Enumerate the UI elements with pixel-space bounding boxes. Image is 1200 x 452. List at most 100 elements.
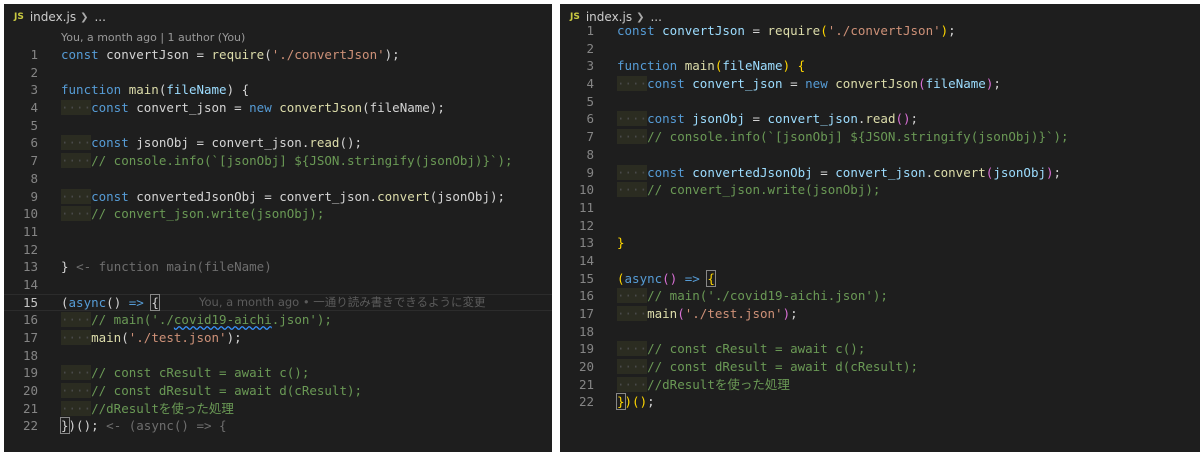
code-token: ;: [1053, 164, 1062, 180]
code-text: ····//dResultを使った処理: [61, 400, 234, 418]
code-text: const convertJson = require('./convertJs…: [61, 46, 400, 64]
code-token: (: [121, 330, 129, 345]
code-line[interactable]: 13}: [560, 234, 1200, 252]
breadcrumb: JS index.js ❯ ...: [4, 4, 552, 30]
code-line[interactable]: 21 ····//dResultを使った処理: [560, 376, 1200, 394]
right-editor-pane[interactable]: JS index.js ❯ ... 1 const convertJson = r…: [560, 4, 1200, 452]
line-number: 19: [22, 365, 38, 381]
code-token: main: [91, 330, 122, 345]
code-line[interactable]: 11: [4, 223, 552, 241]
line-number: 18: [22, 347, 38, 363]
code-line[interactable]: 18: [4, 347, 552, 365]
indent-guide: ····: [61, 365, 92, 381]
line-number: 7: [30, 153, 38, 169]
code-text: ····const convertedJsonObj = convert_jso…: [617, 164, 1061, 182]
code-line[interactable]: 2: [4, 64, 552, 82]
javascript-file-icon: JS: [570, 12, 580, 22]
code-token: function: [617, 58, 685, 74]
code-line[interactable]: 12: [4, 241, 552, 259]
code-line[interactable]: 21 ····//dResultを使った処理: [4, 400, 552, 418]
code-text: ····// const cResult = await c();: [617, 340, 865, 358]
git-codelens[interactable]: You, a month ago | 1 author (You): [61, 30, 245, 46]
line-number: 9: [586, 164, 594, 180]
code-line[interactable]: 20 ····// const dResult = await d(cResult…: [560, 358, 1200, 376]
code-text: ····// const dResult = await d(cResult);: [61, 382, 362, 400]
chevron-right-icon: ❯: [80, 11, 89, 23]
code-line[interactable]: 15 (async() => {: [560, 269, 1200, 288]
indent-guide: ····: [617, 164, 648, 180]
left-editor-pane[interactable]: JS index.js ❯ ... You, a month ago | 1 a…: [4, 4, 552, 452]
code-line[interactable]: 16 ····// main('./covid19-aichi.json');: [560, 287, 1200, 305]
code-line[interactable]: 10 ····// convert_json.write(jsonObj);: [560, 181, 1200, 199]
line-number: 19: [578, 341, 594, 357]
indent-guide: ····: [617, 76, 648, 92]
code-line[interactable]: 22})(); <- (async() => {: [4, 417, 552, 435]
code-line[interactable]: 9 ····const convertedJsonObj = convert_js…: [560, 164, 1200, 182]
code-line[interactable]: 4 ····const convert_json = new convertJso…: [560, 75, 1200, 93]
indent-guide: ····: [617, 111, 648, 127]
code-text: ····// main('./covid19-aichi.json');: [61, 311, 332, 329]
code-line[interactable]: 9 ····const convertedJsonObj = convert_js…: [4, 188, 552, 206]
code-token: convertJson: [662, 23, 745, 38]
code-token: ;: [993, 76, 1001, 92]
code-token: {: [150, 293, 160, 311]
code-line[interactable]: 2: [560, 40, 1200, 58]
code-line[interactable]: 1 const convertJson = require('./convertJ…: [4, 46, 552, 64]
code-line[interactable]: 11: [560, 199, 1200, 217]
line-number: 11: [578, 199, 594, 215]
indent-guide: ····: [61, 312, 92, 328]
code-token: convertJson: [835, 76, 919, 92]
code-token: ): [1046, 164, 1054, 180]
code-line[interactable]: 19 ····// const cResult = await c();: [560, 340, 1200, 358]
code-line[interactable]: 3 function main(fileName) {: [4, 81, 552, 99]
code-line[interactable]: 15 (async() => {You, a month ago • 一通り読み書…: [4, 293, 552, 312]
line-number: 3: [586, 58, 594, 74]
code-line[interactable]: 1 const convertJson = require('./convertJ…: [560, 22, 1200, 40]
code-text: (async() => {You, a month ago • 一通り読み書きで…: [61, 293, 486, 312]
code-line[interactable]: 12: [560, 217, 1200, 235]
code-line[interactable]: 7 ····// console.info(`[jsonObj] ${JSON.s…: [560, 128, 1200, 146]
code-line[interactable]: 18: [560, 323, 1200, 341]
bracket-pair-hint: <- function main(fileName): [76, 259, 272, 275]
code-line[interactable]: 8: [560, 146, 1200, 164]
code-line[interactable]: 17 ····main('./test.json');: [560, 305, 1200, 323]
code-area[interactable]: 1 const convertJson = require('./convertJ…: [4, 46, 552, 435]
code-token: async: [68, 294, 107, 310]
code-token: convert_json: [835, 164, 926, 180]
code-token: const: [647, 164, 693, 180]
code-line[interactable]: 8: [4, 170, 552, 188]
git-blame-annotation: You, a month ago • 一通り読み書きできるように変更: [199, 294, 486, 309]
code-line[interactable]: 19 ····// const cResult = await c();: [4, 364, 552, 382]
code-line[interactable]: 6 ····const jsonObj = convert_json.read()…: [4, 134, 552, 152]
line-number: 4: [586, 76, 594, 92]
line-number: 13: [22, 259, 38, 275]
code-line[interactable]: 13} <- function main(fileName): [4, 258, 552, 276]
code-line[interactable]: 4 ····const convert_json = new convertJso…: [4, 99, 552, 117]
breadcrumb-symbols[interactable]: ...: [94, 10, 105, 24]
code-line[interactable]: 6 ····const jsonObj = convert_json.read()…: [560, 110, 1200, 128]
code-token: new: [805, 76, 836, 92]
code-line[interactable]: 20 ····// const dResult = await d(cResult…: [4, 382, 552, 400]
code-line[interactable]: 10 ····// convert_json.write(jsonObj);: [4, 205, 552, 223]
code-line[interactable]: 17 ····main('./test.json');: [4, 329, 552, 347]
code-line[interactable]: 5: [560, 93, 1200, 111]
code-line[interactable]: 7 ····// console.info(`[jsonObj] ${JSON.s…: [4, 152, 552, 170]
code-token: (jsonObj);: [429, 188, 506, 204]
code-token: convert_json: [767, 111, 858, 127]
code-line[interactable]: 5: [4, 117, 552, 135]
code-line[interactable]: 14: [560, 252, 1200, 270]
code-token: =>: [684, 270, 700, 286]
code-area[interactable]: 1 const convertJson = require('./convertJ…: [560, 22, 1200, 411]
code-token: );: [226, 330, 242, 345]
code-token: const: [647, 111, 693, 127]
code-line[interactable]: 16 ····// main('./covid19-aichi.json');: [4, 311, 552, 329]
code-line[interactable]: 22})();: [560, 393, 1200, 411]
code-line[interactable]: 14: [4, 276, 552, 294]
code-line[interactable]: 3 function main(fileName) {: [560, 57, 1200, 75]
code-token: main: [128, 82, 159, 98]
code-token: jsonObj: [692, 111, 745, 127]
breadcrumb-filename[interactable]: index.js: [30, 10, 76, 24]
code-token: .json');: [271, 312, 332, 328]
